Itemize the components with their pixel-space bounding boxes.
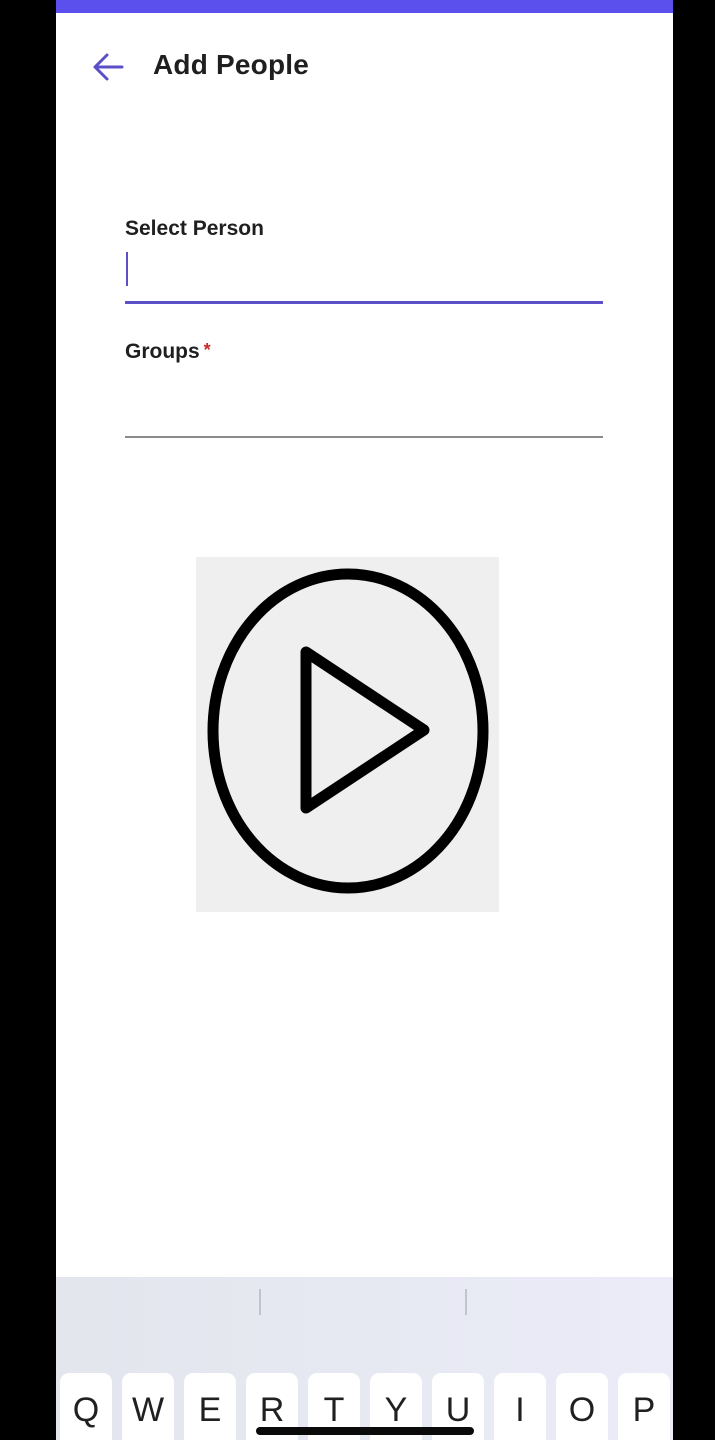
key-q[interactable]: Q [60,1373,112,1440]
status-bar [56,0,673,13]
key-p[interactable]: P [618,1373,670,1440]
select-person-underline [125,301,603,304]
app-bar: Add People [56,13,673,113]
select-person-input[interactable] [125,251,603,293]
groups-underline [125,436,603,438]
groups-label-text: Groups [125,340,200,363]
video-thumbnail[interactable] [196,557,499,912]
key-w[interactable]: W [122,1373,174,1440]
key-i[interactable]: I [494,1373,546,1440]
play-circle-icon [207,568,489,894]
on-screen-keyboard: Q W E R T Y U I O P [56,1277,673,1440]
back-button[interactable] [86,45,130,89]
groups-label: Groups * [125,340,211,364]
arrow-left-icon [93,53,124,81]
select-person-label: Select Person [125,217,264,240]
app-screen: Add People Select Person Groups * Q W E R… [56,0,673,1440]
groups-input[interactable] [125,390,603,432]
suggestion-divider [259,1289,261,1315]
page-title: Add People [153,49,310,80]
groups-field: Groups * [125,340,603,440]
suggestion-divider [465,1289,467,1315]
text-cursor [126,252,128,286]
key-e[interactable]: E [184,1373,236,1440]
home-indicator[interactable] [256,1427,474,1435]
select-person-field: Select Person [125,217,603,307]
key-o[interactable]: O [556,1373,608,1440]
required-asterisk: * [203,340,211,360]
